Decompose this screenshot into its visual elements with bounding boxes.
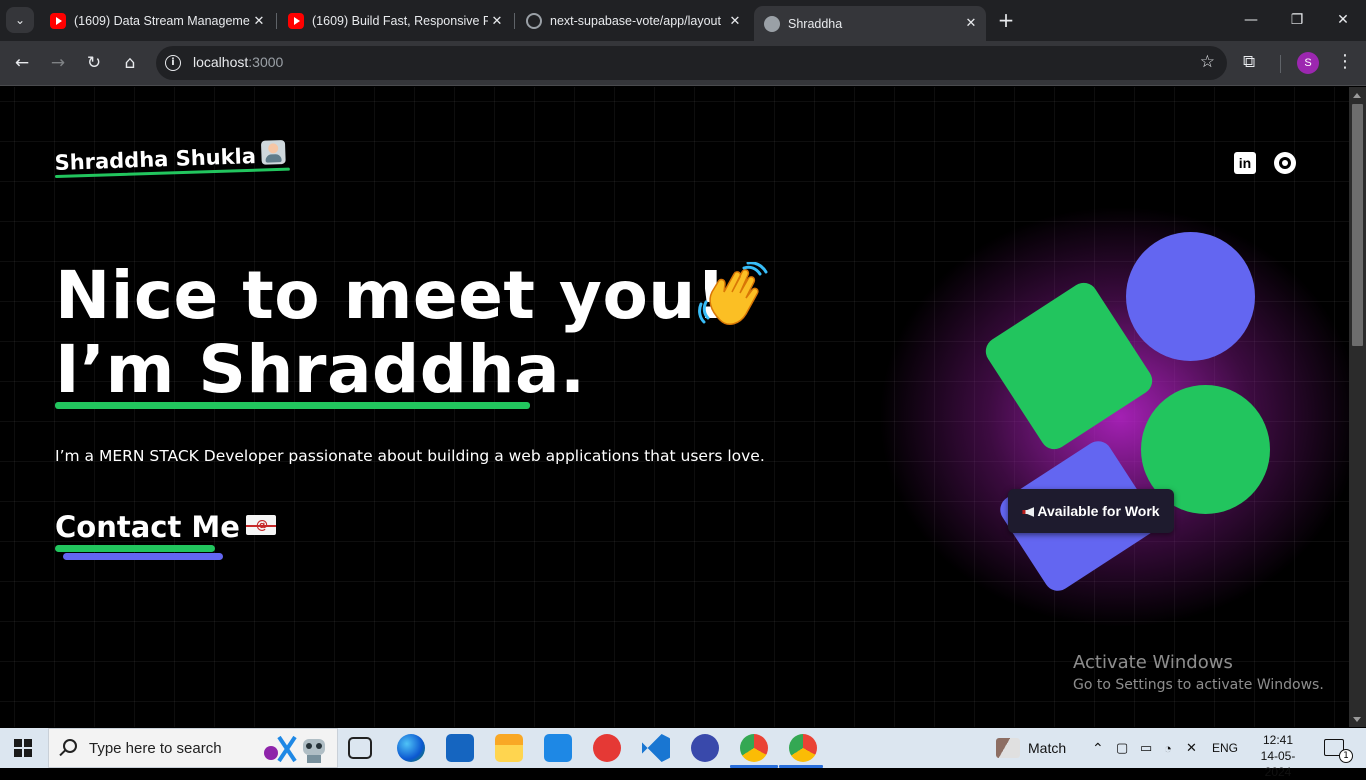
- tab-title: next-supabase-vote/app/layout: [550, 14, 721, 28]
- chrome-profile-icon[interactable]: [789, 734, 817, 762]
- cricket-icon: [996, 738, 1020, 758]
- hero-headline: Nice to meet you! I’m Shraddha.: [55, 259, 726, 407]
- watermark-title: Activate Windows: [1073, 652, 1233, 673]
- system-clock[interactable]: 12:41 14-05-2024: [1250, 732, 1306, 780]
- back-icon[interactable]: ←: [9, 50, 35, 76]
- chrome-icon[interactable]: [740, 734, 768, 762]
- windows-taskbar: Type here to search Match ⌃ ▢ ▭ ◔ ✕ ENG …: [0, 728, 1366, 779]
- meet-icon[interactable]: ▢: [1116, 728, 1128, 768]
- youtube-icon: [50, 13, 66, 29]
- github-icon: [526, 13, 542, 29]
- technologist-emoji-icon: [261, 139, 287, 165]
- windows-start-icon[interactable]: [14, 739, 32, 757]
- scroll-down-arrow-icon[interactable]: [1353, 717, 1361, 722]
- watermark-subtitle: Go to Settings to activate Windows.: [1073, 677, 1324, 693]
- search-icon: [63, 739, 77, 753]
- restore-button[interactable]: ❐: [1274, 0, 1320, 40]
- tab-separator: [514, 13, 515, 29]
- edge-icon[interactable]: [397, 734, 425, 762]
- badge-label: Available for Work: [1037, 503, 1160, 519]
- notification-count: 1: [1339, 749, 1353, 763]
- url-host: localhost: [193, 54, 249, 70]
- indigo-circle-shape: [1126, 232, 1255, 361]
- new-tab-button[interactable]: +: [994, 8, 1018, 32]
- toolbar-separator: [1280, 55, 1281, 73]
- scrollbar-thumb[interactable]: [1352, 104, 1363, 346]
- portfolio-page: Shraddha Shukla in Nice to meet you! I’m…: [0, 87, 1349, 727]
- search-placeholder: Type here to search: [89, 740, 222, 757]
- tab-search-button[interactable]: ⌄: [6, 7, 34, 33]
- extensions-icon[interactable]: ⧉: [1243, 52, 1265, 74]
- linkedin-icon[interactable]: in: [1234, 152, 1256, 174]
- wps-office-icon[interactable]: [593, 734, 621, 762]
- weather-label: Match: [1028, 740, 1067, 756]
- close-tab-icon[interactable]: ✕: [250, 14, 268, 29]
- mail-icon[interactable]: [544, 734, 572, 762]
- contact-me-link[interactable]: Contact Me: [55, 510, 276, 544]
- name-underline: [55, 402, 530, 409]
- contact-underline-green: [55, 545, 215, 552]
- canva-icon[interactable]: [691, 734, 719, 762]
- tab-youtube-2[interactable]: (1609) Build Fast, Responsive Po ✕: [278, 6, 512, 36]
- bookmark-star-icon[interactable]: ☆: [1200, 52, 1215, 72]
- address-bar[interactable]: i localhost:3000 ☆: [156, 46, 1227, 80]
- megaphone-icon: [1022, 507, 1035, 517]
- close-tab-icon[interactable]: ✕: [488, 14, 506, 29]
- microsoft-store-icon[interactable]: [446, 734, 474, 762]
- file-explorer-icon[interactable]: [495, 734, 523, 762]
- purple-glow: [880, 207, 1349, 627]
- tab-title: (1609) Data Stream Managemen: [74, 14, 250, 28]
- speaker-muted-icon[interactable]: ✕: [1186, 728, 1197, 768]
- profile-avatar[interactable]: S: [1297, 52, 1319, 74]
- site-info-icon[interactable]: i: [165, 55, 181, 71]
- task-view-icon[interactable]: [348, 737, 372, 759]
- vscode-icon[interactable]: [642, 734, 670, 762]
- taskbar-search-box[interactable]: Type here to search: [48, 728, 338, 768]
- globe-icon: [764, 15, 780, 32]
- forward-icon[interactable]: →: [45, 50, 71, 76]
- url-port: :3000: [248, 54, 284, 70]
- headline-line-1: Nice to meet you!: [55, 257, 727, 334]
- tab-title: (1609) Build Fast, Responsive Po: [312, 14, 488, 28]
- contact-underline-indigo: [63, 553, 223, 560]
- scroll-up-arrow-icon[interactable]: [1353, 93, 1361, 98]
- home-icon[interactable]: ⌂: [117, 50, 143, 76]
- hero-tagline: I’m a MERN STACK Developer passionate ab…: [55, 447, 765, 465]
- url-text: localhost:3000: [193, 54, 283, 70]
- minimize-button[interactable]: —: [1228, 0, 1274, 40]
- close-tab-icon[interactable]: ✕: [962, 16, 980, 31]
- contact-label: Contact Me: [55, 510, 240, 544]
- available-for-work-badge: Available for Work: [1008, 489, 1174, 533]
- tab-separator: [276, 13, 277, 29]
- language-indicator[interactable]: ENG: [1212, 728, 1238, 768]
- weather-widget[interactable]: Match: [996, 728, 1066, 768]
- tab-youtube-1[interactable]: (1609) Data Stream Managemen ✕: [40, 6, 274, 36]
- clock-date: 14-05-2024: [1260, 749, 1296, 779]
- browser-toolbar: ← → ↻ ⌂ i localhost:3000 ☆: [0, 41, 1366, 86]
- reload-icon[interactable]: ↻: [81, 50, 107, 76]
- activate-windows-watermark: Activate Windows Go to Settings to activ…: [1073, 652, 1324, 693]
- battery-icon[interactable]: ▭: [1140, 728, 1152, 768]
- clock-time: 12:41: [1262, 733, 1294, 747]
- menu-kebab-icon[interactable]: ⋮: [1336, 51, 1354, 72]
- notification-center-icon[interactable]: 1: [1324, 739, 1353, 763]
- tab-github[interactable]: next-supabase-vote/app/layout ✕: [516, 6, 750, 36]
- github-icon[interactable]: [1274, 152, 1296, 174]
- headline-line-2: I’m Shraddha.: [55, 331, 586, 408]
- wifi-icon[interactable]: ◔: [1164, 728, 1172, 768]
- tab-title: Shraddha: [788, 16, 843, 31]
- search-highlight-icon: [264, 735, 325, 763]
- browser-tab-bar: ⌄ (1609) Data Stream Managemen ✕ (1609) …: [0, 0, 1366, 41]
- close-window-button[interactable]: ✕: [1320, 0, 1366, 40]
- tab-shraddha[interactable]: Shraddha ✕: [754, 6, 986, 41]
- page-scrollbar[interactable]: [1349, 87, 1366, 727]
- close-tab-icon[interactable]: ✕: [726, 14, 744, 29]
- envelope-icon: [245, 515, 276, 535]
- show-hidden-icons-icon[interactable]: ⌃: [1092, 728, 1104, 768]
- youtube-icon: [288, 13, 304, 29]
- waving-hand-icon: [698, 262, 768, 325]
